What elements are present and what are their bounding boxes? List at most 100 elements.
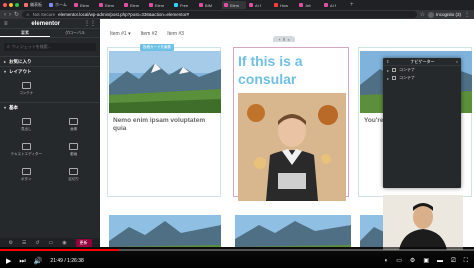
navigator-item-label: コンテナ: [399, 75, 416, 80]
post-card[interactable]: 投稿カードを編集 Nemo enim ipsam voluptatem quia: [107, 44, 221, 197]
cast-icon[interactable]: ⎚: [451, 258, 456, 264]
preview-eye-icon[interactable]: ◉: [62, 240, 66, 246]
webcam-overlay: [383, 195, 463, 250]
hamburger-menu-icon[interactable]: ≡: [4, 21, 8, 27]
widget-heading[interactable]: 見出し: [4, 114, 49, 136]
back-arrow-icon[interactable]: ‹: [4, 12, 6, 18]
video-player-controls: ▶ ⏭ 🔊 21:49 / 1:26:38 ◐ ▭ ⚙ ▣ ▬ ⎚ ⛶: [0, 247, 474, 268]
browser-tab[interactable]: 儀表板: [22, 1, 46, 9]
sidebar-header: ≡ elementor ⋮⋮: [0, 19, 100, 29]
tab-favicon: [274, 3, 278, 7]
browser-tab[interactable]: Elem: [97, 1, 121, 9]
card-title: Nemo enim ipsam voluptatem quia: [113, 117, 206, 132]
maximize-window-button[interactable]: [15, 3, 19, 7]
menu-item[interactable]: Item #1 ▾: [110, 31, 131, 37]
incognito-icon: [427, 11, 434, 18]
tab-favicon: [324, 3, 328, 7]
card-title: If this is a consular: [238, 53, 303, 87]
forward-arrow-icon[interactable]: ›: [9, 12, 11, 18]
address-toolbar: ‹ › ↻ ⚠ Not Secure elementor.local/wp-ad…: [0, 10, 474, 19]
post-card[interactable]: If this is a consular: [233, 47, 349, 201]
bookmark-star-icon[interactable]: ☆: [420, 12, 425, 18]
navigator-title: ナビゲーター: [410, 58, 435, 64]
button-icon: [21, 168, 31, 175]
url-text: elementor.local/wp-admin/post.php?post=3…: [58, 12, 189, 17]
reload-icon[interactable]: ↻: [14, 12, 19, 18]
browser-tab[interactable]: Elem: [122, 1, 146, 9]
update-button[interactable]: 更新: [75, 238, 92, 247]
incognito-indicator[interactable]: Incognito (3): [427, 11, 461, 18]
minimize-window-button[interactable]: [9, 3, 13, 7]
navigator-header[interactable]: ⇕ ナビゲーター ×: [383, 58, 461, 66]
video-icon: [69, 143, 79, 150]
browser-tab[interactable]: ホーム: [47, 1, 71, 9]
history-icon[interactable]: ↺: [35, 240, 39, 246]
browser-tab[interactable]: BIM: [197, 1, 221, 9]
volume-icon[interactable]: 🔊: [34, 258, 43, 265]
window-controls: [3, 3, 19, 7]
tab-favicon: [199, 3, 203, 7]
progress-fill: [0, 249, 119, 251]
tab-favicon: [99, 3, 103, 7]
section-label: お気に入り: [9, 58, 32, 64]
browser-tab[interactable]: Elem: [147, 1, 171, 9]
post-thumbnail: [109, 51, 221, 113]
menu-item[interactable]: Item #3: [167, 31, 184, 37]
browser-tab[interactable]: AI f: [247, 1, 271, 9]
navigator-item-label: コンテナ: [399, 67, 416, 72]
navigator-item[interactable]: ▸ コンテナ: [383, 66, 461, 74]
settings-gear-icon[interactable]: ⚙: [410, 258, 415, 264]
section-layout[interactable]: ▾ レイアウト: [0, 66, 100, 76]
section-label: 基本: [9, 104, 19, 110]
close-icon[interactable]: ×: [287, 37, 289, 42]
section-handle[interactable]: + ⠿ ×: [273, 36, 295, 42]
close-icon[interactable]: ×: [456, 59, 458, 64]
browser-tab[interactable]: How: [272, 1, 296, 9]
widget-container[interactable]: コンテナ: [4, 78, 49, 100]
incognito-label: Incognito (3): [435, 12, 461, 17]
url-bar[interactable]: ⚠ Not Secure elementor.local/wp-admin/po…: [22, 11, 417, 18]
expand-all-icon[interactable]: ⇕: [386, 59, 389, 64]
subtitles-icon[interactable]: ▭: [396, 258, 402, 264]
responsive-icon[interactable]: ▭: [49, 240, 54, 246]
browser-tab[interactable]: Elem: [72, 1, 96, 9]
menu-item[interactable]: Item #2: [141, 31, 158, 37]
browser-tab[interactable]: Elem: [222, 1, 246, 9]
elementor-sidebar: ≡ elementor ⋮⋮ 要素 グローバル ⌕ ウィジェットを検索... ▸…: [0, 19, 100, 247]
widget-search-input[interactable]: ⌕ ウィジェットを検索...: [4, 43, 96, 51]
browser-tab-strip: 儀表板 ホーム Elem Elem Elem Elem Free BIM Ele…: [0, 0, 474, 10]
add-icon[interactable]: +: [278, 37, 280, 42]
more-menu-icon[interactable]: ⋮: [464, 12, 470, 18]
navigator-item[interactable]: ▸ コンテナ: [383, 74, 461, 82]
browser-tab[interactable]: Jeb: [297, 1, 321, 9]
tab-favicon: [149, 3, 153, 7]
theater-mode-icon[interactable]: ▬: [437, 258, 443, 264]
miniplayer-icon[interactable]: ▣: [423, 258, 429, 264]
fullscreen-icon[interactable]: ⛶: [464, 258, 468, 264]
autoplay-toggle-icon[interactable]: ◐: [385, 258, 389, 264]
drag-handle-icon[interactable]: ⠿: [283, 37, 286, 42]
section-basic[interactable]: ▾ 基本: [0, 102, 100, 112]
layers-icon[interactable]: ☰: [22, 240, 26, 246]
widget-label: 区切り: [68, 177, 80, 181]
widget-video[interactable]: 動画: [52, 139, 97, 161]
settings-gear-icon[interactable]: ⚙: [8, 240, 12, 246]
section-favorites[interactable]: ▸ お気に入り: [0, 56, 100, 66]
widget-text-editor[interactable]: テキストエディター: [4, 139, 49, 161]
edit-card-badge[interactable]: 投稿カードを編集: [140, 44, 174, 51]
widget-divider[interactable]: 区切り: [52, 164, 97, 186]
tab-favicon: [249, 3, 253, 7]
widget-image[interactable]: 画像: [52, 114, 97, 136]
tab-global[interactable]: グローバル: [50, 29, 100, 37]
presenter-video: [383, 195, 463, 250]
tab-elements[interactable]: 要素: [0, 29, 50, 37]
video-progress-bar[interactable]: [0, 249, 474, 251]
browser-tab[interactable]: Free: [172, 1, 196, 9]
widgets-grid-icon[interactable]: ⋮⋮: [84, 20, 96, 27]
close-window-button[interactable]: [3, 3, 7, 7]
next-icon[interactable]: ⏭: [19, 258, 25, 265]
new-tab-icon[interactable]: +: [350, 2, 354, 8]
widget-button[interactable]: ボタン: [4, 164, 49, 186]
browser-tab[interactable]: AI f: [322, 1, 346, 9]
play-icon[interactable]: ▶: [6, 258, 11, 265]
